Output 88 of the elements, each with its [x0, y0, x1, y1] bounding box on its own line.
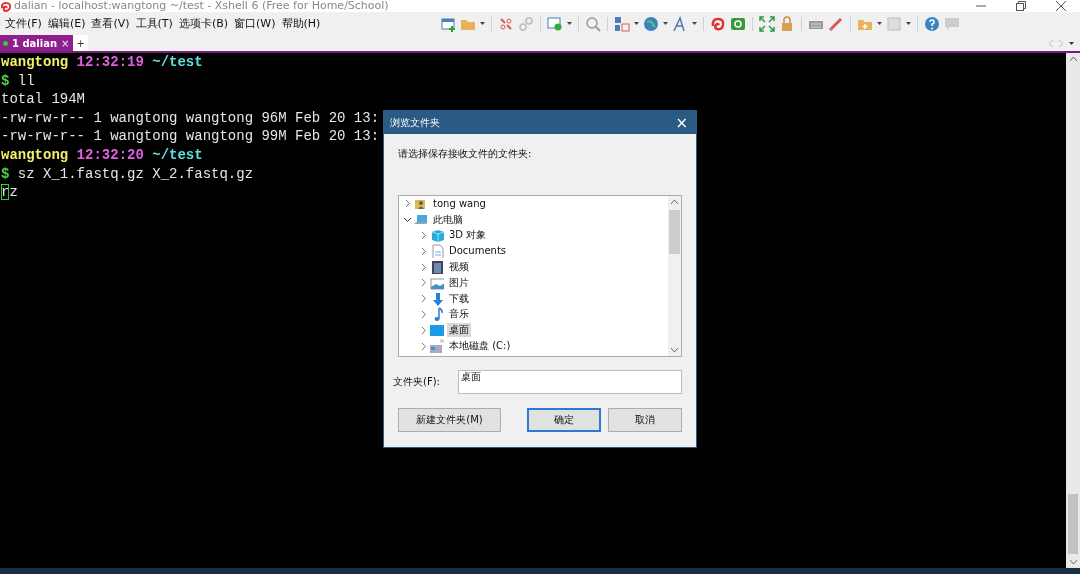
new-tab-button[interactable]: +: [73, 35, 88, 51]
fullscreen-icon[interactable]: [759, 15, 775, 32]
expand-chevron-icon[interactable]: [420, 279, 427, 287]
caret-icon[interactable]: [567, 22, 572, 25]
caret-icon[interactable]: [692, 22, 697, 25]
layout-icon[interactable]: [614, 15, 630, 32]
status-dot: [3, 40, 8, 46]
expand-chevron-icon[interactable]: [420, 326, 427, 334]
new-folder-button[interactable]: 新建文件夹(M): [398, 408, 501, 432]
caret-icon[interactable]: [1069, 41, 1074, 45]
expand-chevron-icon[interactable]: [404, 200, 411, 208]
menu-item[interactable]: 查看(V): [88, 15, 133, 32]
search-icon[interactable]: [585, 15, 601, 32]
terminal-icon[interactable]: [730, 15, 746, 32]
caret-icon[interactable]: [663, 22, 668, 25]
drive-icon: [430, 339, 444, 354]
close-icon[interactable]: [1056, 1, 1066, 11]
tab-label: 1 dalian: [12, 37, 58, 49]
caret-icon[interactable]: [634, 22, 639, 25]
terminal-line: wangtong 12:32:19 ~/test: [1, 53, 203, 72]
tree-item[interactable]: 图片: [447, 275, 471, 290]
tree-item[interactable]: 音乐: [447, 307, 471, 322]
document-icon: [430, 244, 444, 259]
terminal-line: wangtong 12:32:20 ~/test: [1, 145, 203, 165]
tab-close-button[interactable]: ×: [61, 37, 70, 49]
terminal-line: $ ll: [1, 71, 35, 91]
terminal-line: total 194M: [1, 90, 85, 109]
terminal-line: $ sz X_1.fastq.gz X_2.fastq.gz: [1, 164, 254, 184]
expand-chevron-icon[interactable]: [420, 310, 427, 318]
menu-item[interactable]: 工具(T): [132, 15, 176, 32]
dialog-button[interactable]: 取消: [608, 408, 682, 432]
menu-item[interactable]: 文件(F): [2, 15, 45, 32]
scroll-down-icon[interactable]: [671, 348, 678, 352]
tree-item[interactable]: Documents: [447, 244, 509, 259]
disconnect-icon[interactable]: [498, 15, 514, 32]
caret-icon[interactable]: [480, 22, 485, 25]
film-icon: [430, 260, 444, 275]
scrollbar-thumb[interactable]: [669, 210, 680, 254]
app-logo-icon: [0, 0, 12, 12]
globe-icon[interactable]: [643, 15, 659, 32]
cube-icon: [430, 228, 444, 243]
collapse-chevron-icon[interactable]: [404, 216, 411, 224]
expand-chevron-icon[interactable]: [420, 295, 427, 303]
tree-item[interactable]: 桌面: [447, 323, 471, 338]
tree-item[interactable]: 视频: [447, 260, 471, 275]
lock-icon[interactable]: [779, 15, 795, 32]
session-tab[interactable]: 1 dalian ×: [0, 35, 74, 51]
tree-item[interactable]: 下载: [447, 291, 471, 306]
restore-icon[interactable]: [1016, 1, 1026, 11]
tree-item[interactable]: 3D 对象: [447, 228, 489, 243]
menu-item[interactable]: 窗口(W): [231, 15, 279, 32]
computer-icon: [414, 212, 428, 227]
dialog-button[interactable]: 确定: [527, 408, 601, 432]
folder-field[interactable]: 桌面: [458, 370, 682, 394]
caret-icon[interactable]: [906, 22, 911, 25]
scrollbar[interactable]: [1066, 53, 1080, 568]
close-button[interactable]: ×: [673, 113, 690, 132]
menu-item[interactable]: 帮助(H): [278, 15, 324, 32]
expand-chevron-icon[interactable]: [420, 232, 427, 239]
spiral-icon[interactable]: [710, 15, 726, 32]
tree-item[interactable]: 此电脑: [431, 212, 465, 227]
new-window-icon[interactable]: [440, 15, 456, 32]
dialog-prompt: 请选择保存接收文件的文件夹:: [398, 147, 533, 161]
pen-icon[interactable]: [828, 15, 844, 32]
expand-chevron-icon[interactable]: [420, 342, 427, 350]
scroll-up-icon[interactable]: [671, 200, 678, 204]
menu-item[interactable]: 编辑(E): [44, 15, 89, 32]
font-icon[interactable]: [672, 15, 688, 32]
scrollbar-thumb[interactable]: [1068, 494, 1078, 554]
scroll-up-icon[interactable]: [1069, 57, 1077, 61]
terminal-line: -rw-rw-r-- 1 wangtong wangtong 96M Feb 20 13:: [1, 108, 380, 128]
tree-item[interactable]: 本地磁盘 (C:): [447, 339, 513, 354]
download-icon: [430, 291, 444, 306]
expand-chevron-icon[interactable]: [420, 263, 427, 271]
expand-chevron-icon[interactable]: [420, 247, 427, 255]
caret-icon[interactable]: [877, 22, 882, 25]
menu-item[interactable]: 选项卡(B): [175, 15, 232, 32]
image-icon: [430, 275, 444, 290]
window-title: dalian - localhost:wangtong ~/test - Xshell 6 (Free for Home/School): [14, 0, 389, 12]
scroll-down-icon[interactable]: [1069, 560, 1077, 564]
desktop-icon: [430, 323, 444, 338]
help-icon[interactable]: [924, 15, 940, 32]
terminal-line: -rw-rw-r-- 1 wangtong wangtong 99M Feb 20 13:: [1, 127, 380, 146]
dialog-title: 浏览文件夹: [390, 115, 441, 130]
scrollbar[interactable]: [668, 196, 681, 356]
field-label: 文件夹(F):: [393, 375, 441, 389]
terminal-line: rz: [1, 183, 18, 202]
tree-item[interactable]: tong wang: [431, 196, 488, 211]
